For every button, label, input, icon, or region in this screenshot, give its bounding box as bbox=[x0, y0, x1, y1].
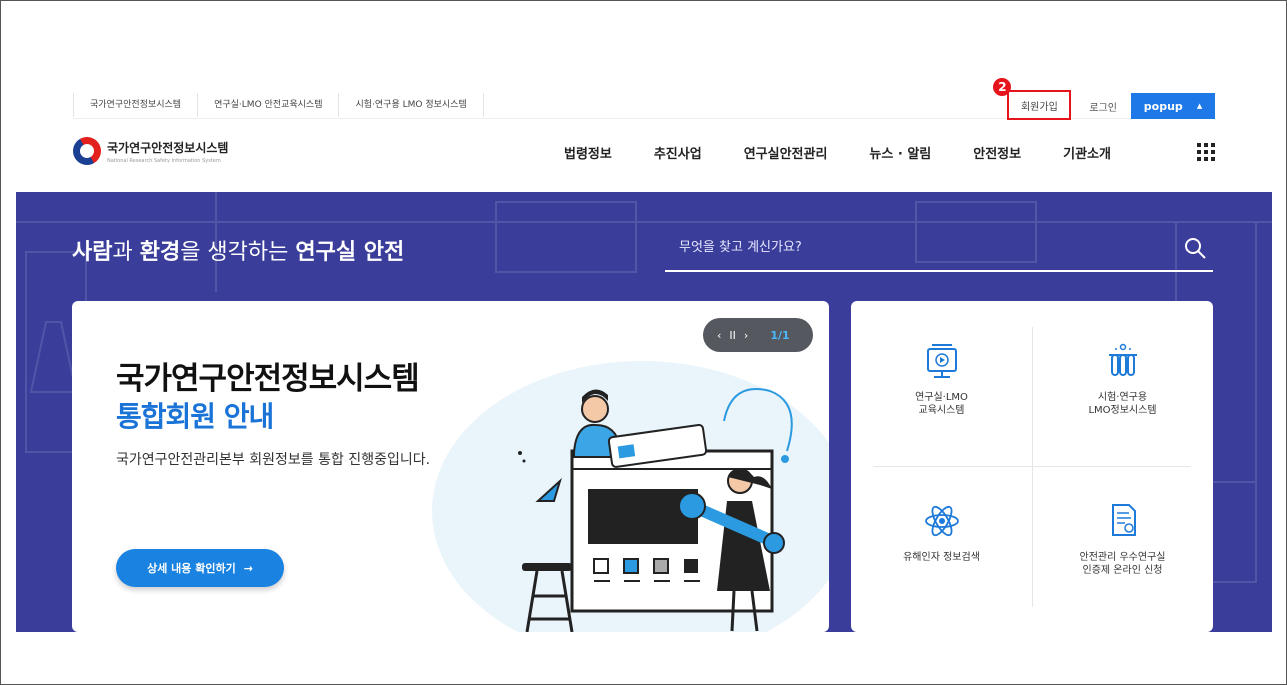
banner-description: 국가연구안전관리본부 회원정보를 통합 진행중입니다. bbox=[116, 452, 431, 468]
slogan-word-lab-safety: 연구실 안전 bbox=[295, 240, 405, 265]
join-label: 회원가입 bbox=[1020, 101, 1058, 113]
view-details-button[interactable]: 상세 내용 확인하기 → bbox=[116, 549, 284, 587]
pause-icon[interactable]: II bbox=[729, 329, 736, 342]
nav-lab-safety[interactable]: 연구실안전관리 bbox=[744, 143, 828, 162]
nav-about[interactable]: 기관소개 bbox=[1063, 143, 1111, 162]
search-icon[interactable] bbox=[1183, 236, 1207, 260]
popup-button[interactable]: popup ▲ bbox=[1131, 93, 1215, 119]
search-bar bbox=[665, 230, 1213, 272]
slide-counter: 1/1 bbox=[770, 328, 790, 342]
arrow-right-icon: → bbox=[243, 561, 253, 575]
util-link-edu[interactable]: 연구실·LMO 안전교육시스템 bbox=[197, 93, 338, 117]
nav-news[interactable]: 뉴스 · 알림 bbox=[869, 143, 931, 162]
login-link[interactable]: 로그인 bbox=[1089, 99, 1117, 114]
slogan-text-1: 과 bbox=[112, 240, 140, 265]
slogan-word-environment: 환경 bbox=[139, 240, 181, 265]
search-input[interactable] bbox=[679, 240, 1159, 255]
nav-safety-info[interactable]: 안전정보 bbox=[973, 143, 1021, 162]
service-edu-system[interactable]: 연구실·LMO 교육시스템 bbox=[851, 341, 1032, 417]
family-site-links: 국가연구안전정보시스템 연구실·LMO 안전교육시스템 시험·연구용 LMO 정… bbox=[73, 93, 484, 117]
service-hazard-search[interactable]: 유해인자 정보검색 bbox=[851, 501, 1032, 564]
service-hazard-label: 유해인자 정보검색 bbox=[903, 552, 980, 563]
hero-slogan: 사람과 환경을 생각하는 연구실 안전 bbox=[72, 234, 404, 266]
header: 국가연구안전정보시스템 National Research Safety Inf… bbox=[67, 131, 1215, 181]
slogan-word-people: 사람 bbox=[72, 240, 113, 265]
nav-law[interactable]: 법령정보 bbox=[564, 143, 612, 162]
annotation-badge: 2 bbox=[993, 78, 1012, 96]
util-right: 2 회원가입 로그인 popup ▲ bbox=[993, 78, 1215, 120]
page-frame: 국가연구안전정보시스템 연구실·LMO 안전교육시스템 시험·연구용 LMO 정… bbox=[0, 0, 1287, 685]
logo-english: National Research Safety Information Sys… bbox=[107, 157, 221, 164]
service-edu-label: 연구실·LMO 교육시스템 bbox=[915, 392, 968, 416]
banner-title: 국가연구안전정보시스템 bbox=[116, 361, 420, 397]
main-nav: 법령정보 추진사업 연구실안전관리 뉴스 · 알림 안전정보 기관소개 bbox=[564, 143, 1153, 162]
taegeuk-logo-icon bbox=[67, 131, 107, 171]
logo-text: 국가연구안전정보시스템 National Research Safety Inf… bbox=[107, 139, 228, 164]
prev-slide-icon[interactable]: ‹ bbox=[717, 329, 721, 342]
document-certificate-icon bbox=[1111, 504, 1136, 536]
util-link-rsis[interactable]: 국가연구안전정보시스템 bbox=[73, 93, 197, 117]
atom-icon bbox=[924, 505, 959, 537]
notice-banner-card: 국가연구안전정보시스템 통합회원 안내 국가연구안전관리본부 회원정보를 통합 … bbox=[72, 301, 829, 632]
next-slide-icon[interactable]: › bbox=[744, 329, 748, 342]
util-link-lmo[interactable]: 시험·연구용 LMO 정보시스템 bbox=[338, 93, 484, 117]
service-cert-label: 안전관리 우수연구실 인증제 온라인 신청 bbox=[1079, 552, 1166, 576]
view-details-label: 상세 내용 확인하기 bbox=[147, 562, 236, 575]
join-link[interactable]: 2 회원가입 bbox=[993, 78, 1072, 120]
service-lmo-label: 시험·연구용 LMO정보시스템 bbox=[1088, 392, 1157, 416]
monitor-play-icon bbox=[926, 344, 957, 378]
site-logo[interactable]: 국가연구안전정보시스템 National Research Safety Inf… bbox=[67, 131, 228, 171]
slider-controls: ‹ II › 1/1 bbox=[703, 318, 813, 352]
caret-up-icon: ▲ bbox=[1196, 102, 1203, 110]
all-menu-grid-icon[interactable] bbox=[1197, 143, 1215, 161]
test-tubes-icon bbox=[1108, 343, 1137, 376]
service-lmo-system[interactable]: 시험·연구용 LMO정보시스템 bbox=[1032, 341, 1213, 417]
logo-korean: 국가연구안전정보시스템 bbox=[107, 140, 229, 155]
slogan-text-2: 을 생각하는 bbox=[180, 240, 296, 265]
utility-bar: 국가연구안전정보시스템 연구실·LMO 안전교육시스템 시험·연구용 LMO 정… bbox=[73, 78, 1215, 120]
divider-horizontal bbox=[873, 466, 1191, 467]
service-shortcuts-card: 연구실·LMO 교육시스템 시험·연구용 LMO정보시스템 유해인자 정보검색 … bbox=[851, 301, 1213, 632]
service-lab-certification[interactable]: 안전관리 우수연구실 인증제 온라인 신청 bbox=[1032, 501, 1213, 577]
membership-illustration bbox=[518, 388, 793, 632]
popup-label: popup bbox=[1143, 99, 1183, 113]
banner-subtitle: 통합회원 안내 bbox=[116, 400, 274, 433]
hero-section: 사람과 환경을 생각하는 연구실 안전 국가연구안전정보시스템 통합회원 안내 … bbox=[16, 192, 1272, 632]
nav-projects[interactable]: 추진사업 bbox=[654, 143, 702, 162]
